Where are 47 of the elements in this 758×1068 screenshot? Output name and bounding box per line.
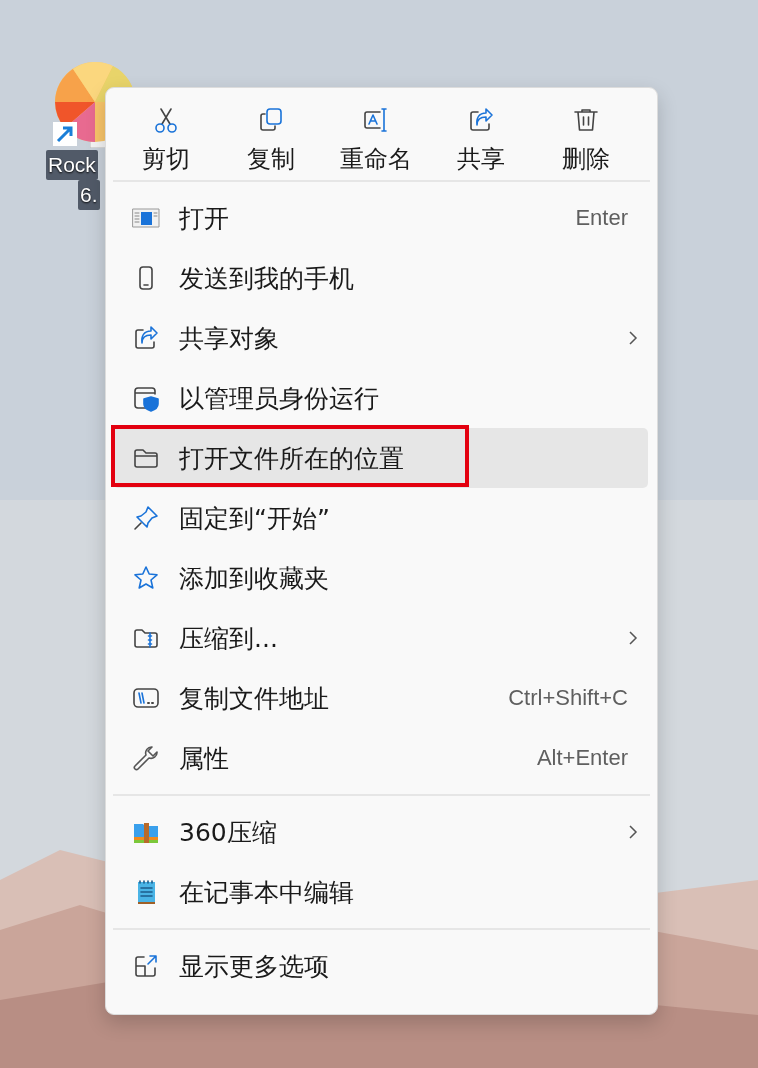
menu-item[interactable]: 360压缩 <box>113 802 648 862</box>
share-icon <box>132 324 160 352</box>
menu-item-label: 发送到我的手机 <box>179 262 354 295</box>
cut-button[interactable]: 剪切 <box>113 98 218 178</box>
menu-item-label: 以管理员身份运行 <box>179 382 379 415</box>
desktop-icon-label: Rock <box>46 150 98 180</box>
chevron-right-icon <box>628 330 638 346</box>
menu-item[interactable]: 固定到“开始” <box>113 488 648 548</box>
menu-item[interactable]: 共享对象 <box>113 308 648 368</box>
chevron-right-icon <box>628 630 638 646</box>
shortcut-label: Alt+Enter <box>536 745 628 771</box>
desktop-icon-label: 6. <box>78 180 100 210</box>
shortcut-label: Ctrl+Shift+C <box>508 685 628 711</box>
menu-item[interactable]: 复制文件地址 Ctrl+Shift+C <box>113 668 648 728</box>
menu-item[interactable]: 以管理员身份运行 <box>113 368 648 428</box>
menu-item-label: 在记事本中编辑 <box>179 876 354 909</box>
menu-item-label: 共享对象 <box>179 322 279 355</box>
menu-item[interactable]: 压缩到... <box>113 608 648 668</box>
expand-icon <box>132 952 160 980</box>
copy-button[interactable]: 复制 <box>218 98 323 178</box>
menu-item-label: 压缩到... <box>179 622 278 655</box>
menu-item-label: 固定到“开始” <box>179 502 330 535</box>
delete-button[interactable]: 删除 <box>533 98 638 178</box>
menu-item-label: 复制文件地址 <box>179 682 329 715</box>
menu-item[interactable]: 显示更多选项 <box>113 936 648 996</box>
menu-item[interactable]: 属性 Alt+Enter <box>113 728 648 788</box>
star-icon <box>132 564 160 592</box>
menu-item-label: 属性 <box>179 742 229 775</box>
pin-icon <box>132 504 160 532</box>
menu-item-label: 打开 <box>179 202 229 235</box>
wrench-icon <box>132 744 160 772</box>
menu-item-label: 打开文件所在的位置 <box>179 442 404 475</box>
rename-button[interactable]: 重命名 <box>323 98 428 178</box>
menu-item[interactable]: 打开 Enter <box>113 188 648 248</box>
menu-item[interactable]: 发送到我的手机 <box>113 248 648 308</box>
share-button[interactable]: 共享 <box>428 98 533 178</box>
chevron-right-icon <box>628 824 638 840</box>
menu-item[interactable]: 在记事本中编辑 <box>113 862 648 922</box>
shortcut-label: Enter <box>575 205 628 231</box>
menu-item-label: 360压缩 <box>179 816 277 849</box>
trash-icon <box>571 106 600 134</box>
menu-item-label: 显示更多选项 <box>179 950 329 983</box>
menu-item-label: 添加到收藏夹 <box>179 562 329 595</box>
shield-icon <box>132 384 160 412</box>
rename-icon <box>361 106 390 134</box>
menu-item[interactable]: 打开文件所在的位置 <box>113 428 648 488</box>
menu-item[interactable]: 添加到收藏夹 <box>113 548 648 608</box>
